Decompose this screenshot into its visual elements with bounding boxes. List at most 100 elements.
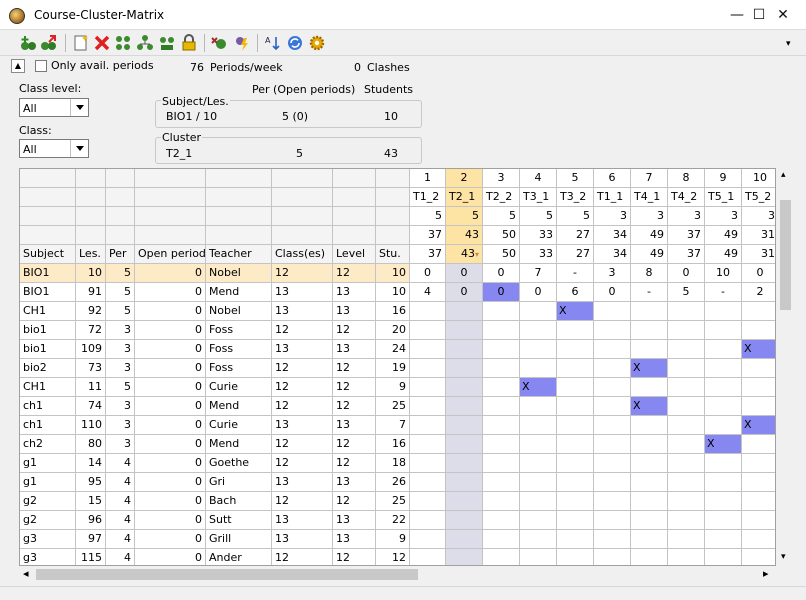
row-per[interactable]: 3: [106, 397, 135, 416]
matrix-cell[interactable]: [742, 378, 775, 397]
row-level[interactable]: 13: [333, 340, 376, 359]
matrix-cell[interactable]: [410, 378, 446, 397]
cluster-periods-header[interactable]: 3: [668, 207, 705, 226]
cluster-number-header[interactable]: 7: [631, 169, 668, 188]
row-teacher[interactable]: Sutt: [206, 511, 272, 530]
matrix-cell[interactable]: [705, 340, 742, 359]
matrix-cell[interactable]: 3: [594, 264, 631, 283]
matrix-cell[interactable]: [410, 492, 446, 511]
matrix-cell[interactable]: [557, 454, 594, 473]
row-level[interactable]: 12: [333, 378, 376, 397]
matrix-cell[interactable]: -: [631, 283, 668, 302]
matrix-cell[interactable]: 0: [520, 283, 557, 302]
matrix-cell[interactable]: 7: [520, 264, 557, 283]
matrix-cell[interactable]: 0: [483, 283, 520, 302]
matrix-cell[interactable]: [520, 416, 557, 435]
matrix-cell[interactable]: [410, 321, 446, 340]
row-open[interactable]: 0: [135, 416, 206, 435]
cluster-students-header[interactable]: 49: [705, 245, 742, 264]
matrix-cell[interactable]: [594, 473, 631, 492]
matrix-cell[interactable]: [410, 549, 446, 565]
matrix-cell[interactable]: [594, 454, 631, 473]
row-les[interactable]: 80: [76, 435, 106, 454]
row-classes[interactable]: 12: [272, 435, 333, 454]
row-open[interactable]: 0: [135, 549, 206, 565]
row-subject[interactable]: ch2: [20, 435, 76, 454]
row-open[interactable]: 0: [135, 283, 206, 302]
cluster-students-header[interactable]: 50: [483, 245, 520, 264]
matrix-cell[interactable]: [742, 359, 775, 378]
cluster-students-header[interactable]: 34: [594, 226, 631, 245]
row-per[interactable]: 3: [106, 435, 135, 454]
row-open[interactable]: 0: [135, 473, 206, 492]
row-per[interactable]: 4: [106, 549, 135, 565]
matrix-cell[interactable]: [410, 397, 446, 416]
matrix-cell[interactable]: [483, 435, 520, 454]
matrix-cell[interactable]: [520, 397, 557, 416]
horizontal-scroll-thumb[interactable]: [36, 569, 418, 580]
column-header[interactable]: Stu.: [376, 245, 410, 264]
cluster-periods-header[interactable]: 3: [705, 207, 742, 226]
row-open[interactable]: 0: [135, 397, 206, 416]
row-les[interactable]: 97: [76, 530, 106, 549]
matrix-cell[interactable]: [520, 473, 557, 492]
row-classes[interactable]: 13: [272, 283, 333, 302]
cluster-name-header[interactable]: T4_2: [668, 188, 705, 207]
matrix-cell[interactable]: [594, 378, 631, 397]
matrix-cell[interactable]: [631, 340, 668, 359]
row-level[interactable]: 12: [333, 264, 376, 283]
cluster-students-header[interactable]: 49: [631, 226, 668, 245]
matrix-cell[interactable]: [668, 511, 705, 530]
row-teacher[interactable]: Mend: [206, 435, 272, 454]
matrix-cell[interactable]: [705, 397, 742, 416]
matrix-cell[interactable]: [557, 473, 594, 492]
row-stu[interactable]: 25: [376, 492, 410, 511]
matrix-cell[interactable]: [705, 473, 742, 492]
matrix-cell[interactable]: [446, 378, 483, 397]
delete-icon[interactable]: [93, 34, 111, 52]
matrix-cell[interactable]: [483, 340, 520, 359]
row-level[interactable]: 13: [333, 283, 376, 302]
row-per[interactable]: 5: [106, 378, 135, 397]
matrix-cell[interactable]: [557, 416, 594, 435]
row-les[interactable]: 11: [76, 378, 106, 397]
matrix-cell[interactable]: [446, 302, 483, 321]
matrix-cell[interactable]: [705, 492, 742, 511]
matrix-cell[interactable]: 2: [742, 283, 775, 302]
matrix-cell[interactable]: [668, 416, 705, 435]
matrix-cell[interactable]: 0: [483, 264, 520, 283]
row-subject[interactable]: g2: [20, 511, 76, 530]
matrix-cell[interactable]: 4: [410, 283, 446, 302]
cluster-number-header[interactable]: 2: [446, 169, 483, 188]
cluster-name-header[interactable]: T5_1: [705, 188, 742, 207]
row-stu[interactable]: 10: [376, 264, 410, 283]
optimize-icon[interactable]: [210, 34, 228, 52]
matrix-cell[interactable]: [446, 511, 483, 530]
row-open[interactable]: 0: [135, 321, 206, 340]
matrix-cell[interactable]: [705, 549, 742, 565]
matrix-cell[interactable]: [668, 359, 705, 378]
matrix-cell[interactable]: 0: [446, 283, 483, 302]
matrix-cell[interactable]: [705, 454, 742, 473]
row-teacher[interactable]: Grill: [206, 530, 272, 549]
matrix-cell[interactable]: [705, 530, 742, 549]
lock-icon[interactable]: [180, 34, 198, 52]
matrix-cell[interactable]: [410, 511, 446, 530]
matrix-cell[interactable]: [483, 416, 520, 435]
matrix-cell[interactable]: [557, 492, 594, 511]
cluster-number-header[interactable]: 6: [594, 169, 631, 188]
assignment-cell[interactable]: X: [631, 397, 668, 416]
matrix-cell[interactable]: [520, 359, 557, 378]
matrix-cell[interactable]: [668, 530, 705, 549]
matrix-cell[interactable]: [742, 321, 775, 340]
matrix-cell[interactable]: [668, 340, 705, 359]
matrix-cell[interactable]: [631, 435, 668, 454]
matrix-cell[interactable]: [410, 435, 446, 454]
matrix-cell[interactable]: [594, 397, 631, 416]
matrix-cell[interactable]: [742, 511, 775, 530]
matrix-cell[interactable]: [705, 302, 742, 321]
class-level-select[interactable]: All: [19, 98, 89, 117]
row-subject[interactable]: g1: [20, 473, 76, 492]
matrix-cell[interactable]: [446, 473, 483, 492]
matrix-cell[interactable]: -: [705, 283, 742, 302]
